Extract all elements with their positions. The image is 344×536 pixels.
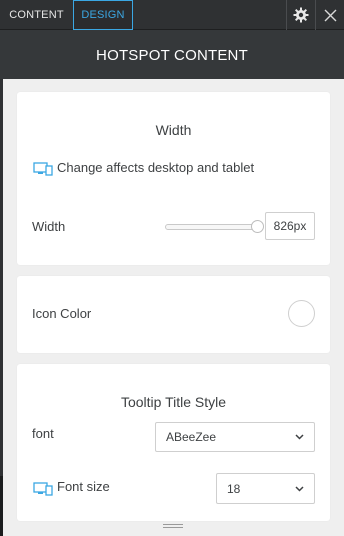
font-select[interactable]: ABeeZee — [155, 422, 315, 452]
width-label: Width — [32, 219, 66, 234]
sidebar-edge-dark — [0, 476, 3, 536]
drag-handle-icon[interactable] — [163, 524, 183, 530]
device-note: Change affects desktop and tablet — [57, 160, 255, 175]
device-icon — [33, 162, 53, 181]
tooltip-card-title: Tooltip Title Style — [120, 394, 227, 410]
page-title: HOTSPOT CONTENT — [0, 30, 344, 79]
tooltip-style-card: Tooltip Title Style font ABeeZee Font si… — [17, 364, 330, 521]
width-input[interactable]: 826px — [265, 212, 315, 240]
font-size-select-value: 18 — [227, 481, 241, 496]
device-icon — [33, 482, 53, 501]
top-tab-bar: CONTENT DESIGN — [0, 0, 344, 30]
icon-color-swatch[interactable] — [288, 300, 315, 327]
sidebar-edge — [0, 79, 3, 536]
width-slider-handle[interactable] — [251, 220, 264, 233]
gear-icon[interactable] — [287, 0, 315, 30]
width-card-title: Width — [155, 122, 192, 138]
width-card: Width Change affects desktop and tablet … — [17, 92, 330, 265]
chevron-down-icon — [295, 474, 304, 503]
font-label: font — [32, 426, 54, 441]
icon-color-card: Icon Color — [17, 276, 330, 353]
tab-design[interactable]: DESIGN — [73, 0, 133, 30]
tab-content[interactable]: CONTENT — [0, 0, 73, 30]
font-select-value: ABeeZee — [166, 430, 217, 444]
width-slider-track[interactable] — [165, 224, 261, 230]
font-size-select[interactable]: 18 — [216, 473, 315, 504]
chevron-down-icon — [295, 423, 304, 451]
icon-color-label: Icon Color — [32, 306, 92, 321]
close-icon[interactable] — [316, 0, 344, 30]
font-size-label: Font size — [57, 479, 110, 494]
